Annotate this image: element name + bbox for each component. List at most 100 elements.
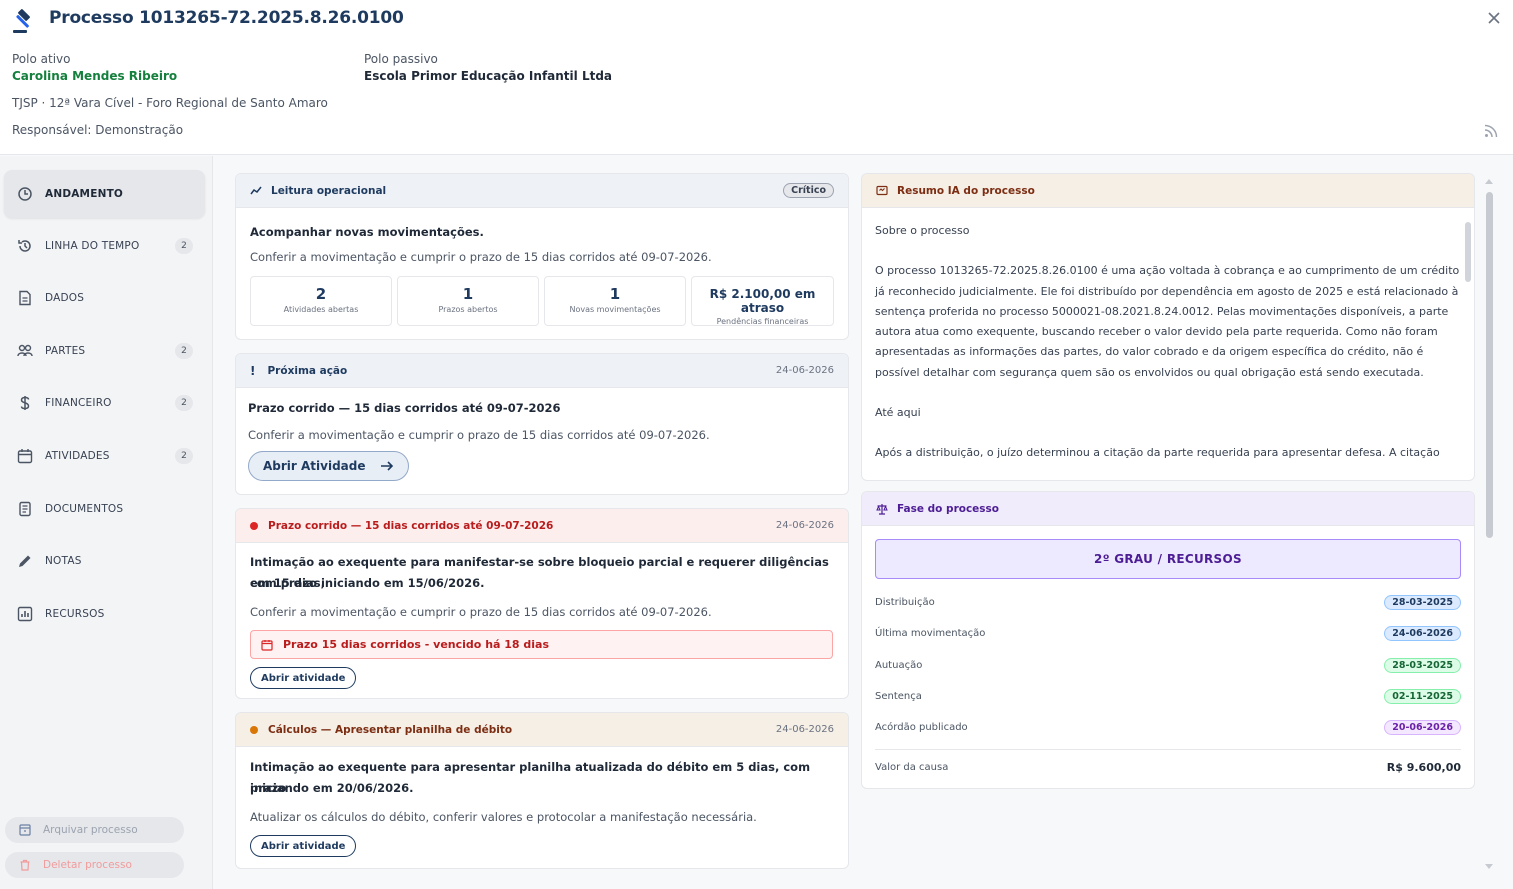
open-activity-button[interactable]: Abrir atividade <box>250 667 357 689</box>
calc-card: Cálculos — Apresentar planilha de débito… <box>235 712 849 869</box>
scroll-up-icon[interactable] <box>1483 176 1495 186</box>
count-badge: 2 <box>175 343 193 359</box>
card-title: Leitura operacional <box>271 184 387 197</box>
summary-paragraph: Após a distribuição, o juízo determinou … <box>875 446 1440 460</box>
sidebar-item-andamento[interactable]: ANDAMENTO <box>4 170 205 218</box>
sidebar-item-partes[interactable]: PARTES 2 <box>4 327 205 375</box>
sidebar-item-label: DADOS <box>45 292 85 304</box>
divider <box>875 749 1461 750</box>
button-label: Abrir Atividade <box>263 459 366 473</box>
calc-desc: Atualizar os cálculos do débito, conferi… <box>250 810 757 824</box>
archive-label: Arquivar processo <box>43 824 138 836</box>
scroll-thumb[interactable] <box>1486 192 1493 538</box>
gavel-icon <box>13 9 30 33</box>
stat-pendencias[interactable]: R$ 2.100,00 em atraso Pendências finance… <box>691 276 834 326</box>
chart-icon <box>17 606 33 622</box>
trash-icon <box>20 859 30 871</box>
phase-row: Sentença 02-11-2025 <box>875 688 1461 704</box>
sidebar-item-documentos[interactable]: DOCUMENTOS <box>4 485 205 533</box>
operational-card: Leitura operacional Crítico Acompanhar n… <box>235 173 849 340</box>
operational-card-header: Leitura operacional Crítico <box>236 174 848 208</box>
sidebar: ANDAMENTO LINHA DO TEMPO 2 DADOS PARTES … <box>0 156 213 889</box>
court-info: TJSP · 12ª Vara Cível - Foro Regional de… <box>12 96 328 110</box>
polo-passivo-label: Polo passivo <box>364 52 438 66</box>
sidebar-item-label: LINHA DO TEMPO <box>45 240 140 252</box>
responsible-info: Responsável: Demonstração <box>12 123 184 137</box>
close-icon[interactable] <box>1487 11 1501 25</box>
sidebar-item-label: ANDAMENTO <box>45 188 124 200</box>
sidebar-item-label: ATIVIDADES <box>45 450 110 462</box>
deadline-card-header: Prazo corrido — 15 dias corridos até 09-… <box>236 509 848 543</box>
next-action-headline: Prazo corrido — 15 dias corridos até 09-… <box>248 401 561 415</box>
count-badge: 2 <box>175 238 193 254</box>
stat-movimentacoes[interactable]: 1 Novas movimentações <box>544 276 686 326</box>
page-title: Processo 1013265-72.2025.8.26.0100 <box>49 8 404 28</box>
alert-text: Prazo 15 dias corridos - vencido há 18 d… <box>283 638 550 651</box>
sidebar-item-atividades[interactable]: ATIVIDADES 2 <box>4 432 205 480</box>
phase-row: Acórdão publicado 20-06-2026 <box>875 719 1461 735</box>
dollar-icon <box>20 396 30 410</box>
sidebar-item-linha-do-tempo[interactable]: LINHA DO TEMPO 2 <box>4 222 205 270</box>
delete-button[interactable]: Deletar processo <box>5 852 184 878</box>
message-icon <box>876 185 888 195</box>
phase-label: Acórdão publicado <box>875 721 968 733</box>
card-title: Próxima ação <box>267 364 348 377</box>
stat-value: R$ 2.100,00 em atraso <box>709 287 816 315</box>
trend-icon <box>250 186 262 194</box>
summary-heading: Sobre o processo <box>875 224 970 237</box>
next-action-card: ! Próxima ação 24-06-2026 Prazo corrido … <box>235 353 849 495</box>
calc-card-header: Cálculos — Apresentar planilha de débito… <box>236 713 848 747</box>
ai-summary-text[interactable]: Sobre o processo O processo 1013265-72.2… <box>862 209 1473 480</box>
overdue-alert: Prazo 15 dias corridos - vencido há 18 d… <box>250 630 833 659</box>
calendar-icon <box>261 639 273 651</box>
case-value-label: Valor da causa <box>875 761 949 773</box>
sidebar-item-dados[interactable]: DADOS <box>4 274 205 322</box>
archive-button[interactable]: Arquivar processo <box>5 817 184 843</box>
scroll-down-icon[interactable] <box>1483 862 1495 872</box>
phase-label: Autuação <box>875 659 923 671</box>
sidebar-item-label: NOTAS <box>45 555 82 567</box>
phase-date: 28-03-2025 <box>1384 594 1461 610</box>
main-scrollbar[interactable] <box>1483 176 1495 876</box>
calendar-icon <box>17 449 33 464</box>
archive-icon <box>19 824 31 836</box>
stat-value: 1 <box>609 285 621 303</box>
sidebar-item-label: DOCUMENTOS <box>45 503 124 515</box>
stat-value: 1 <box>462 285 474 303</box>
case-value-row: Valor da causa R$ 9.600,00 <box>875 759 1461 775</box>
deadline-desc: Conferir a movimentação e cumprir o praz… <box>250 605 712 619</box>
scale-icon <box>876 503 888 515</box>
summary-paragraph: O processo 1013265-72.2025.8.26.0100 é u… <box>875 264 1460 379</box>
sidebar-item-label: PARTES <box>45 345 86 357</box>
polo-ativo-name: Carolina Mendes Ribeiro <box>12 69 178 83</box>
phase-row: Autuação 28-03-2025 <box>875 657 1461 673</box>
status-badge: Crítico <box>783 183 834 198</box>
sidebar-item-label: RECURSOS <box>45 608 105 620</box>
history-icon <box>18 240 31 252</box>
pencil-icon <box>19 555 31 567</box>
card-title: Cálculos — Apresentar planilha de débito <box>268 723 513 736</box>
polo-passivo-name: Escola Primor Educação Infantil Ltda <box>364 69 613 83</box>
open-activity-button[interactable]: Abrir atividade <box>250 835 357 857</box>
summary-scrollbar[interactable] <box>1464 212 1472 478</box>
stat-atividades[interactable]: 2 Atividades abertas <box>250 276 392 326</box>
rss-icon[interactable] <box>1484 123 1499 138</box>
sidebar-item-financeiro[interactable]: FINANCEIRO 2 <box>4 379 205 427</box>
sidebar-item-recursos[interactable]: RECURSOS <box>4 590 205 638</box>
phase-header: Fase do processo <box>862 492 1474 526</box>
calc-text-line2: iniciando em 20/06/2026. <box>250 781 414 795</box>
stat-prazos[interactable]: 1 Prazos abertos <box>397 276 539 326</box>
open-activity-button[interactable]: Abrir Atividade <box>248 451 409 481</box>
exclamation-icon: ! <box>250 363 256 378</box>
summary-heading: Até aqui <box>875 406 921 420</box>
card-title: Resumo IA do processo <box>897 184 1035 197</box>
document-icon <box>19 290 31 306</box>
phase-date: 28-03-2025 <box>1384 657 1461 673</box>
stat-label: Atividades abertas <box>283 305 359 314</box>
card-date: 24-06-2026 <box>775 365 834 376</box>
sidebar-item-notas[interactable]: NOTAS <box>4 537 205 585</box>
delete-label: Deletar processo <box>43 859 132 871</box>
stat-label: Novas movimentações <box>569 305 661 314</box>
phase-date: 20-06-2026 <box>1384 719 1461 735</box>
stat-label: Pendências financeiras <box>716 317 809 326</box>
